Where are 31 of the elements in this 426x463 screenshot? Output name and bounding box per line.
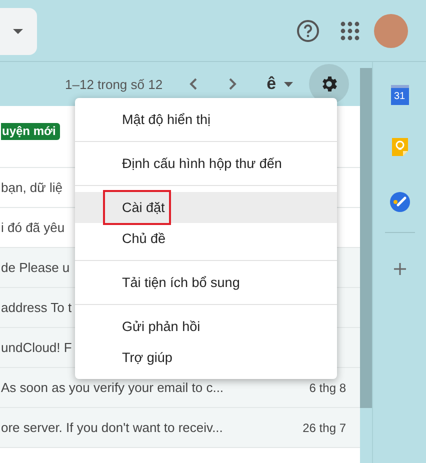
caret-icon[interactable] [284, 82, 294, 86]
email-snippet: As soon as you verify your email to c... [1, 380, 224, 395]
email-snippet: de Please u [1, 260, 70, 275]
calendar-icon[interactable]: 31 [390, 85, 408, 105]
input-tool[interactable]: ê [266, 74, 276, 94]
add-icon[interactable] [394, 263, 406, 275]
search-field[interactable] [0, 8, 37, 55]
caret-icon [13, 29, 23, 34]
email-snippet: ore server. If you don't want to receiv... [1, 420, 223, 435]
chevron-right-icon[interactable] [228, 78, 237, 90]
email-date: 6 thg 8 [309, 380, 347, 394]
menu-item[interactable]: Mật độ hiển thị [75, 104, 337, 135]
scrollbar[interactable] [360, 68, 372, 408]
highlight-frame [103, 190, 171, 225]
page-range: 1–12 trong số 12 [65, 76, 163, 92]
email-snippet: address To t [1, 300, 72, 315]
email-row[interactable]: ore server. If you don't want to receiv... 26 thg 7 [0, 408, 360, 448]
email-snippet: bạn, dữ liệ [1, 180, 62, 195]
menu-item[interactable]: Định cấu hình hộp thư đến [75, 148, 337, 179]
chevron-left-icon[interactable] [188, 78, 197, 90]
tasks-icon[interactable] [390, 192, 410, 212]
menu-item[interactable]: Tải tiện ích bổ sung [75, 267, 337, 298]
menu-item[interactable]: Cài đặt [75, 192, 337, 223]
help-icon[interactable] [296, 19, 320, 43]
email-date: 26 thg 7 [302, 420, 347, 434]
email-snippet: undCloud! F [1, 340, 72, 355]
email-snippet: i đó đã yêu [1, 220, 65, 235]
menu-item[interactable]: Gửi phản hồi [75, 311, 337, 342]
menu-item[interactable]: Chủ đề [75, 223, 337, 254]
label-tag: uyện mới [1, 123, 60, 140]
apps-grid-icon[interactable] [340, 21, 360, 41]
